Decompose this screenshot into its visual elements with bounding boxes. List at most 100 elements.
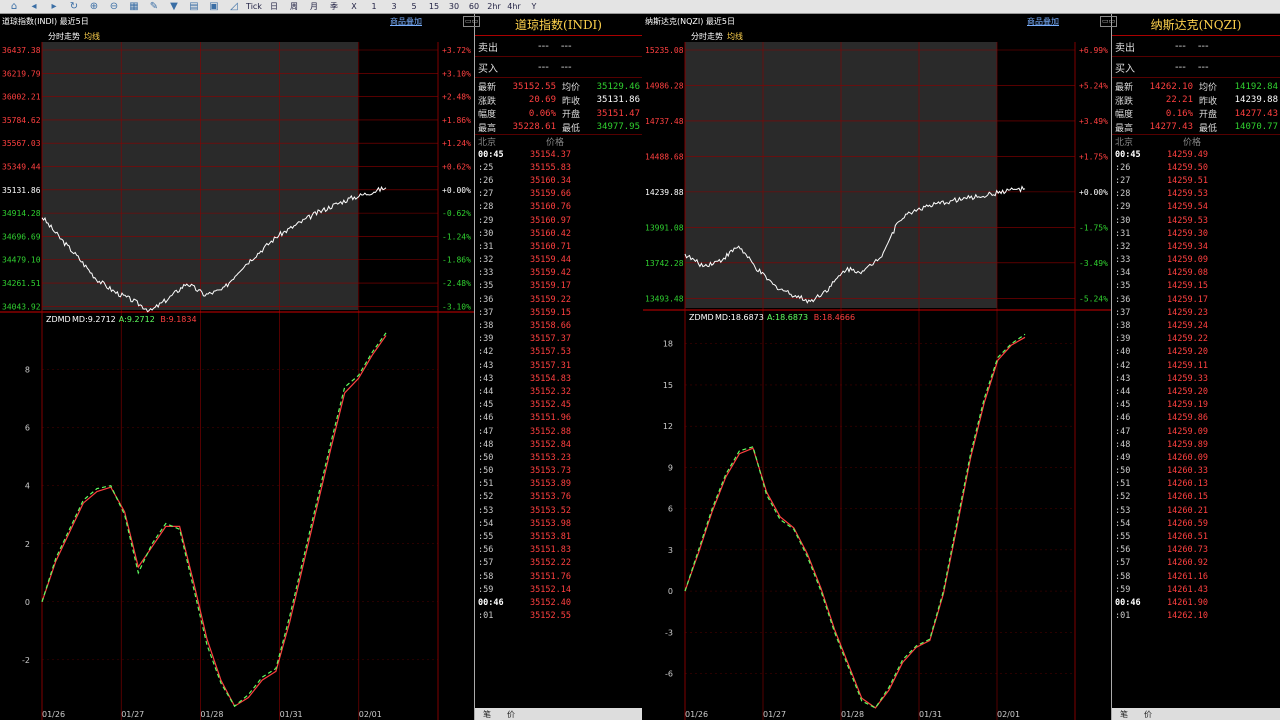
tick-price: 35151.76	[530, 571, 571, 582]
period-button[interactable]: 30	[444, 1, 464, 13]
period-button[interactable]: 3	[384, 1, 404, 13]
tick-price: 35152.22	[530, 558, 571, 569]
price-tick: 14239.88	[645, 188, 684, 197]
tick-row: :31 35160.71	[475, 240, 642, 253]
bottom-tabs: 笔价	[1112, 708, 1280, 720]
pct-tick: -0.62%	[442, 209, 471, 218]
tick-row: :43 35157.31	[475, 359, 642, 372]
tick-price: 14259.51	[1167, 175, 1208, 186]
tick-time: :51	[1115, 479, 1131, 490]
tick-price: 35159.17	[530, 281, 571, 292]
tick-row: :43 14259.33	[1112, 372, 1280, 385]
quote-label: 最新	[478, 83, 497, 94]
avg-label: 均线	[84, 31, 100, 41]
ind-tick: 6	[25, 424, 30, 433]
period-button[interactable]: 2hr	[484, 1, 504, 13]
bottom-tab[interactable]: 价	[499, 709, 523, 720]
zoom-out-icon[interactable]: ⊖	[104, 1, 124, 13]
date-label: 01/26	[42, 710, 65, 719]
tick-row: :51 35153.89	[475, 478, 642, 491]
date-label: 01/26	[685, 710, 708, 719]
window-controls-icon[interactable]: ▭▭	[463, 16, 481, 27]
tick-price: 35152.84	[530, 439, 571, 450]
tick-time: :29	[1115, 202, 1131, 213]
quote-row: 涨跌 20.69 昨收 35131.86	[478, 94, 640, 108]
price-tick: 35349.44	[2, 163, 41, 172]
ask-vol: ---	[560, 40, 572, 52]
chart-icon[interactable]: ▦	[124, 1, 144, 13]
window-controls-icon[interactable]: ▭▭	[1100, 16, 1118, 27]
period-button[interactable]: 15	[424, 1, 444, 13]
bid-label: 买入	[1115, 63, 1135, 75]
period-button[interactable]: 季	[324, 1, 344, 13]
tick-time: 00:45	[478, 149, 504, 160]
tick-time: :32	[478, 255, 494, 266]
tick-price: 14262.10	[1167, 611, 1208, 622]
ind-label: ZDMD	[689, 313, 714, 322]
tick-price: 35153.52	[530, 505, 571, 516]
period-button[interactable]: 1	[364, 1, 384, 13]
tick-time: :42	[478, 347, 494, 358]
ind-md: MD:9.2712	[72, 315, 116, 324]
tick-time: :50	[478, 466, 494, 477]
overlay-link[interactable]: 商品叠加	[1027, 16, 1059, 27]
period-button[interactable]: Y	[524, 1, 544, 13]
period-button[interactable]: 5	[404, 1, 424, 13]
pct-tick: -5.24%	[1079, 294, 1108, 303]
grid-icon[interactable]: ▤	[184, 1, 204, 13]
bottom-tab[interactable]: 笔	[1112, 709, 1136, 720]
ind-tick: 6	[668, 505, 673, 514]
period-button[interactable]: 月	[304, 1, 324, 13]
ind-tick: 2	[25, 540, 30, 549]
tick-time: :30	[1115, 215, 1131, 226]
quote-value: 14277.43	[1149, 122, 1193, 133]
period-button[interactable]: 周	[284, 1, 304, 13]
edit-icon[interactable]: ✎	[144, 1, 164, 13]
forward-icon[interactable]: ▸	[44, 1, 64, 13]
period-button[interactable]: 4hr	[504, 1, 524, 13]
chart-nq: 15235.08 +6.99% 14986.28 +5.24% 14737.48 +3.4…	[643, 14, 1111, 720]
funnel-icon[interactable]: ▼	[164, 1, 184, 13]
period-button[interactable]: 60	[464, 1, 484, 13]
panel-title: 道琼指数(INDI) 最近5日	[2, 17, 89, 26]
tick-row: 00:46 14261.90	[1112, 596, 1280, 609]
tick-header: 北京 价格	[475, 135, 642, 148]
tick-time: :30	[478, 228, 494, 239]
back-icon[interactable]: ◂	[24, 1, 44, 13]
tick-row: :29 14259.54	[1112, 201, 1280, 214]
bid-label: 买入	[478, 63, 498, 75]
tick-row: :33 14259.09	[1112, 254, 1280, 267]
tick-row: :34 14259.08	[1112, 267, 1280, 280]
tick-price: 35160.34	[530, 175, 571, 186]
line-chart-icon[interactable]: ◿	[224, 1, 244, 13]
tick-row: :55 14260.51	[1112, 530, 1280, 543]
tick-time: :49	[1115, 452, 1131, 463]
quote-row: 最新 14262.10 均价 14192.84	[1115, 80, 1278, 94]
overlay-link[interactable]: 商品叠加	[390, 16, 422, 27]
ind-tick: 3	[668, 546, 673, 555]
bottom-tab[interactable]: 价	[1136, 709, 1160, 720]
home-icon[interactable]: ⌂	[4, 1, 24, 13]
tick-time: :53	[478, 505, 494, 516]
zoom-in-icon[interactable]: ⊕	[84, 1, 104, 13]
tick-row: :51 14260.13	[1112, 478, 1280, 491]
tick-row: :47 35152.88	[475, 425, 642, 438]
tick-row: :35 14259.15	[1112, 280, 1280, 293]
tick-row: :46 14259.86	[1112, 412, 1280, 425]
tick-row: :39 14259.22	[1112, 333, 1280, 346]
tick-price: 35152.32	[530, 386, 571, 397]
ask-label: 卖出	[478, 42, 498, 54]
bottom-tab[interactable]: 笔	[475, 709, 499, 720]
quote-label: 涨跌	[478, 96, 497, 107]
period-button[interactable]: Tick	[244, 1, 264, 13]
period-button[interactable]: X	[344, 1, 364, 13]
tick-row: :44 35152.32	[475, 385, 642, 398]
tick-row: :43 35154.83	[475, 372, 642, 385]
window-icon[interactable]: ▣	[204, 1, 224, 13]
tick-row: :56 35151.83	[475, 544, 642, 557]
tick-price: 14259.08	[1167, 268, 1208, 279]
ind-tick: -2	[22, 656, 30, 665]
tick-row: :48 14259.89	[1112, 438, 1280, 451]
refresh-icon[interactable]: ↻	[64, 1, 84, 13]
period-button[interactable]: 日	[264, 1, 284, 13]
